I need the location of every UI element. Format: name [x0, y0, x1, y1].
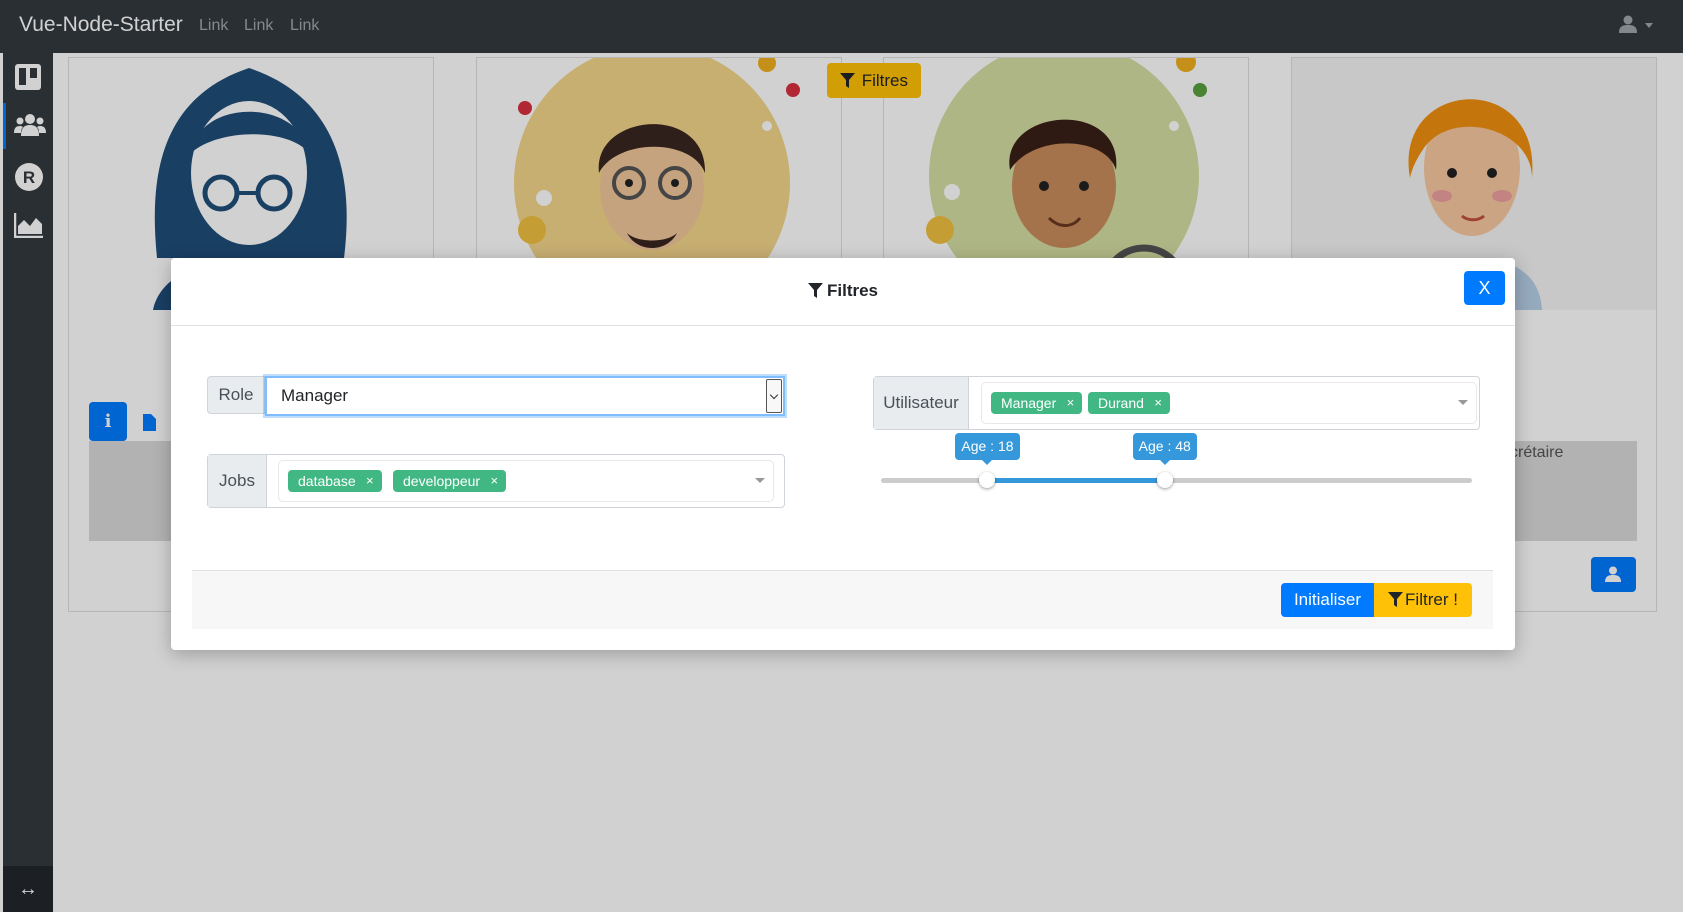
- chevron-down-icon: [755, 478, 765, 483]
- role-select[interactable]: Manager: [265, 376, 785, 416]
- chevron-down-icon: [766, 379, 782, 413]
- job-tag-developpeur: developpeur ×: [393, 470, 507, 492]
- age-range-slider[interactable]: Age : 18 Age : 48: [881, 433, 1472, 488]
- filters-modal: Filtres X Role Manager Jobs database × de…: [171, 258, 1515, 650]
- user-tag-manager: Manager ×: [991, 392, 1083, 414]
- close-button[interactable]: X: [1464, 271, 1505, 305]
- role-input-group: Role Manager: [207, 376, 785, 416]
- age-min-handle[interactable]: [979, 472, 996, 488]
- jobs-label: Jobs: [208, 455, 267, 507]
- chevron-down-icon: [1458, 400, 1468, 405]
- utilisateur-multiselect[interactable]: Manager × Durand ×: [969, 377, 1479, 429]
- user-tag-durand: Durand ×: [1088, 392, 1170, 414]
- funnel-icon: [1388, 592, 1404, 607]
- utilisateur-multiselect-box[interactable]: Manager × Durand ×: [981, 382, 1477, 424]
- jobs-multiselect-box[interactable]: database × developpeur ×: [278, 460, 774, 502]
- remove-tag-icon[interactable]: ×: [366, 470, 374, 492]
- role-label: Role: [207, 376, 265, 414]
- jobs-multiselect[interactable]: database × developpeur ×: [267, 455, 784, 507]
- funnel-icon: [807, 283, 823, 298]
- job-tag-database: database ×: [288, 470, 382, 492]
- jobs-input-group: Jobs database × developpeur ×: [207, 454, 785, 508]
- reset-button[interactable]: Initialiser: [1281, 583, 1374, 617]
- utilisateur-label: Utilisateur: [874, 377, 969, 429]
- apply-filter-button[interactable]: Filtrer !: [1374, 583, 1472, 617]
- remove-tag-icon[interactable]: ×: [1067, 392, 1075, 414]
- age-min-tooltip: Age : 18: [955, 433, 1020, 465]
- remove-tag-icon[interactable]: ×: [1154, 392, 1162, 414]
- modal-header: Filtres X: [171, 258, 1515, 326]
- age-max-tooltip: Age : 48: [1132, 433, 1197, 465]
- age-range-fill: [987, 478, 1165, 483]
- age-max-handle[interactable]: [1156, 472, 1173, 488]
- role-selected-value: Manager: [281, 386, 349, 405]
- remove-tag-icon[interactable]: ×: [490, 470, 498, 492]
- utilisateur-input-group: Utilisateur Manager × Durand ×: [873, 376, 1480, 430]
- modal-footer: Initialiser Filtrer !: [192, 570, 1493, 629]
- modal-title: Filtres: [171, 281, 1515, 301]
